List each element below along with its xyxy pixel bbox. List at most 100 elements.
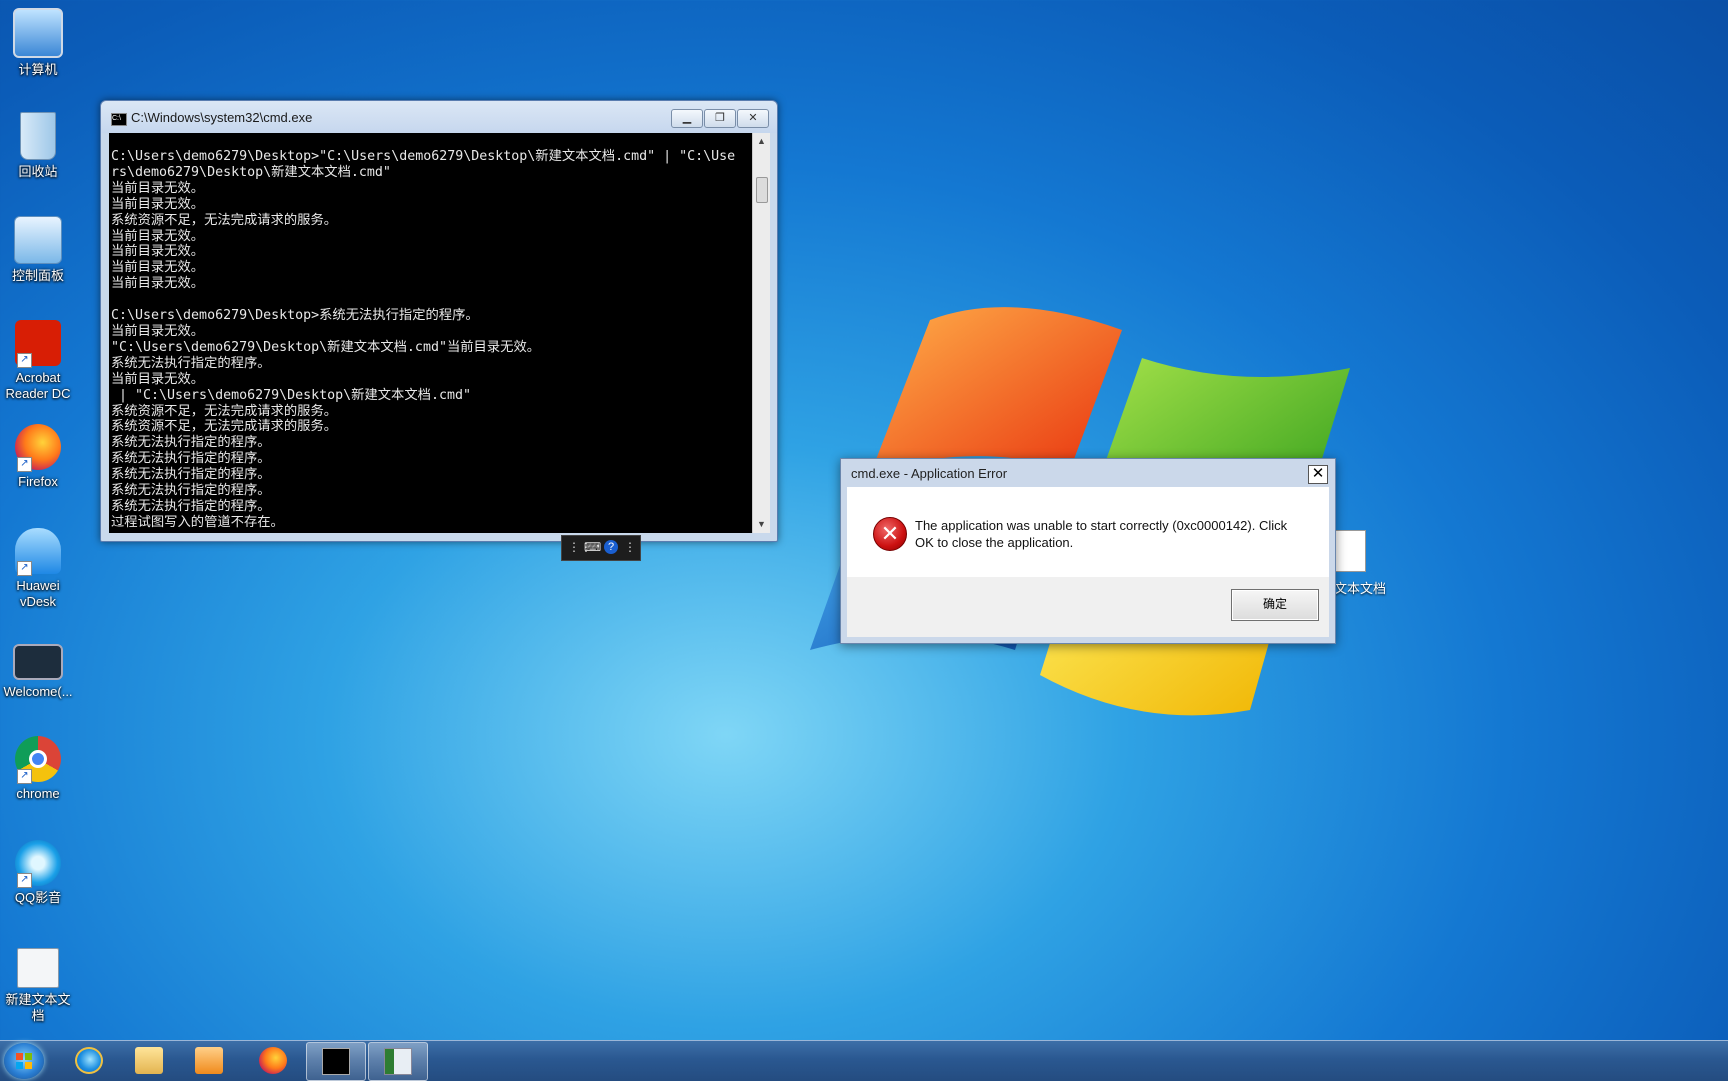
application-error-dialog[interactable]: cmd.exe - Application Error ✕ ✕ The appl… <box>840 458 1336 644</box>
dialog-close-button[interactable]: ✕ <box>1308 465 1328 484</box>
desktop-icon-control-panel[interactable]: 控制面板 <box>0 216 76 284</box>
cmd-title-bar[interactable]: C:\ C:\Windows\system32\cmd.exe ▁ ❐ ✕ <box>101 101 777 133</box>
ime-options-icon[interactable]: ⋮ <box>624 540 636 554</box>
console-line: 系统无法执行指定的程序。 <box>111 451 271 467</box>
huawei-vdesk-icon: ↗ <box>15 528 61 576</box>
recycle-bin-icon <box>20 112 56 160</box>
console-line: | "C:\Users\demo6279\Desktop\新建文本文档.cmd" <box>119 387 471 403</box>
console-line: 当前目录无效。 <box>111 260 205 276</box>
console-line: 当前目录无效。 <box>111 244 205 260</box>
console-line: C:\Users\demo6279\Desktop>系统无法执行指定的程序。 <box>111 308 479 324</box>
keyboard-icon[interactable]: ⌨ <box>584 540 601 554</box>
taskbar <box>0 1040 1728 1081</box>
control-panel-icon <box>14 216 62 264</box>
desktop-icon-label: 计算机 <box>18 62 58 77</box>
acrobat-icon: ↗ <box>15 320 61 368</box>
close-button[interactable]: ✕ <box>737 109 769 128</box>
shortcut-arrow-icon: ↗ <box>17 873 32 888</box>
ok-button[interactable]: 确定 <box>1231 589 1319 621</box>
console-line: 当前目录无效。 <box>111 323 205 339</box>
taskbar-cmd[interactable] <box>306 1042 366 1081</box>
taskbar-firefox[interactable] <box>244 1042 302 1079</box>
console-line: 系统无法执行指定的程序。 <box>111 435 271 451</box>
desktop-icon-acrobat[interactable]: ↗ Acrobat Reader DC <box>0 320 76 402</box>
desktop-icon-label: Acrobat Reader DC <box>5 370 71 401</box>
console-line: 当前目录无效。 <box>111 276 205 292</box>
firefox-icon: ↗ <box>15 424 61 472</box>
restore-button[interactable]: ❐ <box>704 109 736 128</box>
vertical-scrollbar[interactable]: ▲ ▼ <box>752 133 770 533</box>
console-line: 系统资源不足，无法完成请求的服务。 <box>111 403 338 419</box>
minimize-button[interactable]: ▁ <box>671 109 703 128</box>
taskbar-media-player[interactable] <box>180 1042 238 1079</box>
error-message: The application was unable to start corr… <box>915 518 1288 550</box>
desktop-icon-label: 控制面板 <box>11 268 64 283</box>
cmd-window[interactable]: C:\ C:\Windows\system32\cmd.exe ▁ ❐ ✕ C:… <box>100 100 778 542</box>
desktop-icon-computer[interactable]: 计算机 <box>0 8 76 78</box>
console-line: 当前目录无效。 <box>111 196 205 212</box>
console-line: rs\demo6279\Desktop\新建文本文档.cmd" <box>111 164 391 180</box>
cmd-icon: C:\ <box>111 113 127 126</box>
dialog-title: cmd.exe - Application Error <box>851 466 1008 481</box>
scroll-up-arrow-icon[interactable]: ▲ <box>753 133 770 150</box>
console-line: 系统无法执行指定的程序。 <box>111 483 271 499</box>
error-icon: ✕ <box>873 517 907 551</box>
console-line: 系统无法执行指定的程序。 <box>111 498 271 514</box>
taskbar-file-explorer[interactable] <box>120 1042 178 1079</box>
cmd-window-title: C:\Windows\system32\cmd.exe <box>131 110 313 125</box>
internet-explorer-icon <box>75 1047 103 1074</box>
computer-icon <box>13 8 63 58</box>
window-app-icon <box>384 1048 412 1075</box>
console-line: 系统资源不足，无法完成请求的服务。 <box>111 419 338 435</box>
desktop-icon-label-partial: 文本文档 <box>1334 581 1387 596</box>
console-line: 当前目录无效。 <box>111 371 205 387</box>
document-icon[interactable] <box>1334 530 1366 572</box>
scroll-down-arrow-icon[interactable]: ▼ <box>753 516 770 533</box>
desktop-icon-recycle-bin[interactable]: 回收站 <box>0 112 76 180</box>
desktop-icon-new-text-doc[interactable]: 新建文本文档 <box>0 948 76 1024</box>
desktop-icon-label: Huawei vDesk <box>16 578 60 609</box>
desktop-icon-welcome[interactable]: Welcome(... <box>0 644 76 700</box>
media-player-icon <box>195 1047 223 1074</box>
console-line: 当前目录无效。 <box>111 180 205 196</box>
shortcut-arrow-icon: ↗ <box>17 769 32 784</box>
cmd-output: C:\Users\demo6279\Desktop>"C:\Users\demo… <box>109 133 752 531</box>
desktop-icon-label: 新建文本文档 <box>5 992 71 1023</box>
taskbar-internet-explorer[interactable] <box>60 1042 118 1079</box>
desktop-icon-firefox[interactable]: ↗ Firefox <box>0 424 76 490</box>
cmd-icon <box>322 1048 350 1075</box>
shortcut-arrow-icon: ↗ <box>17 457 32 472</box>
console-line: 系统无法执行指定的程序。 <box>111 467 271 483</box>
welcome-icon <box>13 644 63 680</box>
start-button[interactable] <box>4 1043 44 1079</box>
ime-toolbar[interactable]: ⋮⋮ ⌨ ? ⋮ <box>561 535 641 561</box>
desktop-icon-chrome[interactable]: ↗ chrome <box>0 736 76 802</box>
shortcut-arrow-icon: ↗ <box>17 353 32 368</box>
desktop-icon-label: QQ影音 <box>14 890 62 905</box>
chrome-icon: ↗ <box>15 736 61 784</box>
console-line: "C:\Users\demo6279\Desktop\新建文本文档.cmd"当前… <box>111 339 541 355</box>
desktop-icon-label: Welcome(... <box>3 684 73 699</box>
settings-document-icon <box>17 948 59 988</box>
windows-flag-icon <box>16 1053 32 1069</box>
dialog-title-bar[interactable]: cmd.exe - Application Error ✕ <box>841 459 1335 487</box>
desktop-icon-label: chrome <box>16 786 60 801</box>
console-line: 系统资源不足，无法完成请求的服务。 <box>111 212 338 228</box>
qq-player-icon: ↗ <box>15 840 61 888</box>
console-line: C:\Users\demo6279\Desktop>"C:\Users\demo… <box>111 149 736 164</box>
help-icon[interactable]: ? <box>604 540 618 554</box>
firefox-icon <box>259 1047 287 1074</box>
console-line: 系统无法执行指定的程序。 <box>111 355 271 371</box>
desktop-icon-label: Firefox <box>18 474 58 489</box>
dialog-body: ✕ The application was unable to start co… <box>847 487 1329 577</box>
file-explorer-icon <box>135 1047 163 1074</box>
desktop-icon-huawei-vdesk[interactable]: ↗ Huawei vDesk <box>0 528 76 610</box>
cmd-console[interactable]: C:\Users\demo6279\Desktop>"C:\Users\demo… <box>109 133 752 533</box>
console-line: 过程试图写入的管道不存在。 <box>111 514 284 530</box>
scrollbar-thumb[interactable] <box>756 177 768 203</box>
desktop-icon-qq-player[interactable]: ↗ QQ影音 <box>0 840 76 906</box>
taskbar-window-app[interactable] <box>368 1042 428 1081</box>
shortcut-arrow-icon: ↗ <box>17 561 32 576</box>
dialog-footer: 确定 <box>847 577 1329 637</box>
console-line: 当前目录无效。 <box>111 228 205 244</box>
